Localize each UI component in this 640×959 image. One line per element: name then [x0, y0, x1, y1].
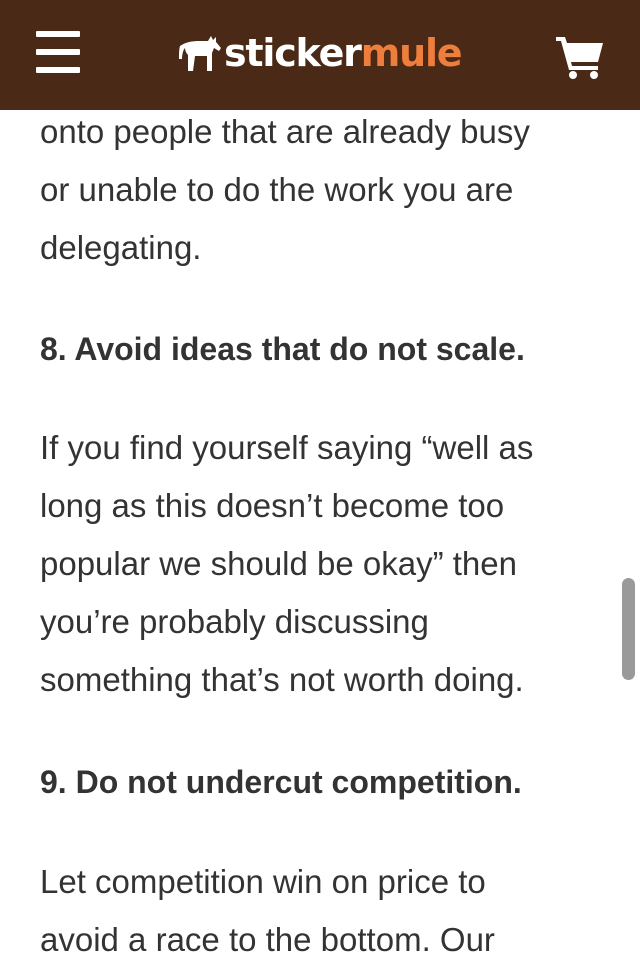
hamburger-menu-icon[interactable]	[36, 31, 82, 73]
paragraph-scale: If you find yourself saying “well as lon…	[40, 419, 533, 709]
text-line: long as this doesn’t become too	[40, 487, 505, 524]
shopping-cart-icon[interactable]	[556, 35, 604, 79]
mule-icon	[179, 36, 221, 71]
stickermule-logo[interactable]: stickermule	[178, 28, 463, 78]
text-line: If you find yourself saying “well as	[40, 429, 534, 466]
text-line: avoid a race to the bottom. Our	[40, 921, 495, 958]
text-line: something that’s not worth doing.	[40, 661, 524, 698]
heading-avoid-ideas-that-do-not-scale: 8. Avoid ideas that do not scale.	[40, 331, 525, 367]
text-line: or unable to do the work you are	[40, 171, 514, 208]
paragraph-delegation: onto people that are already busy or una…	[40, 103, 530, 277]
text-line: popular we should be okay” then	[40, 545, 517, 582]
paragraph-competition: Let competition win on price to avoid a …	[40, 853, 495, 959]
top-navigation-bar: stickermule	[0, 0, 640, 110]
text-line: you’re probably discussing	[40, 603, 429, 640]
text-line: Let competition win on price to	[40, 863, 486, 900]
heading-do-not-undercut-competition: 9. Do not undercut competition.	[40, 764, 522, 800]
scrollbar-thumb[interactable]	[622, 578, 635, 680]
text-line: delegating.	[40, 229, 202, 266]
text-line: onto people that are already busy	[40, 113, 530, 150]
logo-text-mule: mule	[360, 31, 463, 75]
logo-text-sticker: sticker	[224, 31, 362, 75]
